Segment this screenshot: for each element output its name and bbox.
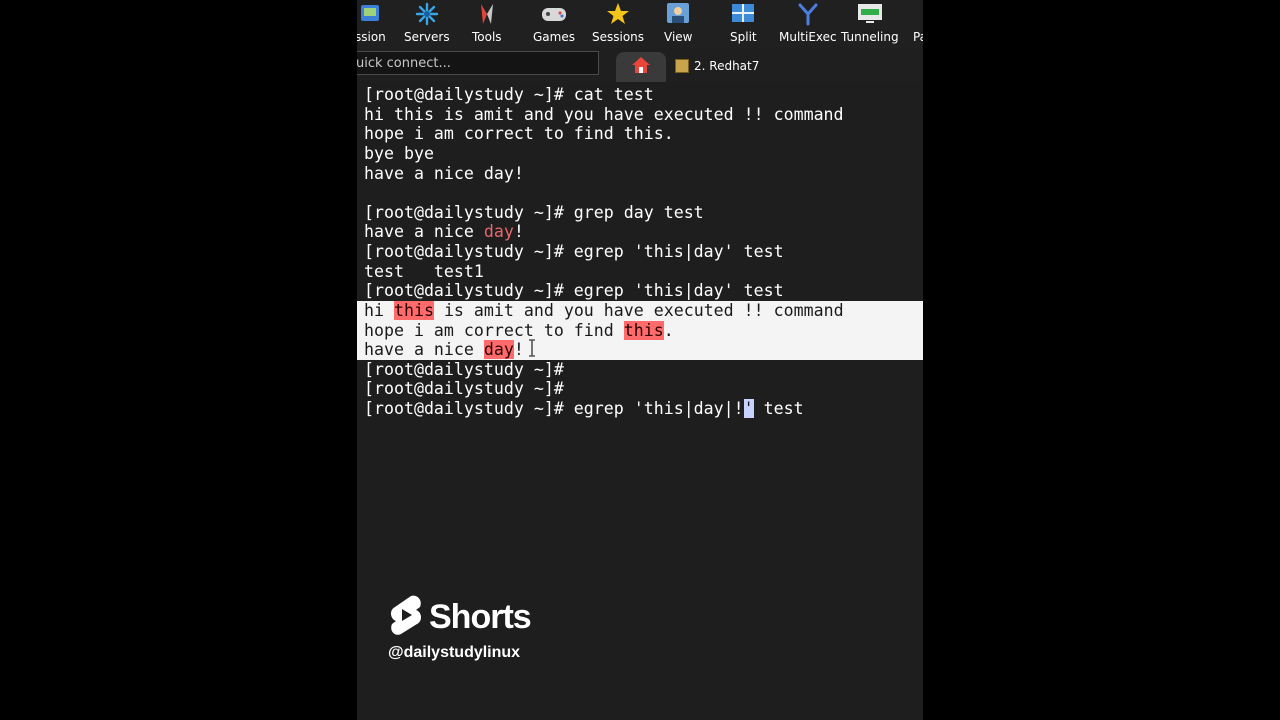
session-icon — [357, 1, 383, 27]
star-icon — [605, 1, 631, 27]
grep-match: this — [393, 301, 434, 320]
toolbar-games-button[interactable]: Games — [533, 0, 575, 48]
line-text: have a nice — [364, 222, 484, 241]
terminal-line: bye bye — [364, 144, 434, 163]
quick-connect-input[interactable]: uick connect... — [357, 51, 599, 75]
terminal-line: [root@dailystudy ~]# egrep 'this|day' te… — [364, 242, 784, 261]
packages-icon — [907, 1, 923, 27]
terminal-line: have a nice day! — [364, 164, 524, 183]
terminal-line: test test1 — [364, 262, 484, 281]
servers-icon — [414, 1, 440, 27]
grep-match: this — [623, 321, 664, 340]
line-text: have a nice — [364, 340, 484, 359]
shorts-label: Shorts — [429, 597, 532, 636]
toolbar-servers-button[interactable]: Servers — [404, 0, 450, 48]
wrench-icon — [675, 59, 689, 73]
toolbar-view-button[interactable]: View — [664, 0, 692, 48]
terminal-line: hi this is amit and you have executed !!… — [364, 105, 844, 124]
text-cursor-icon — [529, 339, 535, 357]
multiexec-icon — [795, 1, 821, 27]
line-text: hi — [364, 301, 394, 320]
line-text: . — [663, 321, 674, 340]
text-selection: hi this is amit and you have executed !!… — [357, 301, 923, 360]
toolbar-sessions-button[interactable]: Sessions — [592, 0, 644, 48]
terminal-line: [root@dailystudy ~]# grep day test — [364, 203, 704, 222]
grep-match: day — [483, 340, 514, 359]
tools-icon — [474, 1, 500, 27]
line-text: is amit and you have executed !! command — [433, 301, 844, 320]
main-toolbar: ssion Servers Tools Games Sessions View … — [357, 0, 923, 48]
line-text: hope i am correct to find — [364, 321, 624, 340]
command-text: test — [753, 399, 804, 418]
home-tab[interactable] — [616, 52, 666, 82]
toolbar-session-button[interactable]: ssion — [357, 0, 386, 48]
toolbar-split-button[interactable]: Split — [730, 0, 757, 48]
terminal-line: hope i am correct to find this. — [364, 124, 674, 143]
view-icon — [665, 1, 691, 27]
tunneling-icon — [857, 1, 883, 27]
mobaxterm-window: ssion Servers Tools Games Sessions View … — [357, 0, 923, 720]
terminal-line: [root@dailystudy ~]# egrep 'this|day' te… — [364, 281, 784, 300]
terminal-line: [root@dailystudy ~]# cat test — [364, 85, 654, 104]
split-icon — [730, 1, 756, 27]
terminal-line: hope i am correct to find this. — [364, 321, 674, 341]
terminal-output[interactable]: [root@dailystudy ~]# cat test hi this is… — [357, 84, 923, 720]
tab-bar: uick connect... 2. Redhat7 — [357, 48, 923, 82]
games-icon — [541, 1, 567, 27]
channel-handle[interactable]: @dailystudylinux — [388, 644, 520, 662]
session-tab-label: 2. Redhat7 — [694, 59, 760, 73]
command-text: [root@dailystudy ~]# egrep 'this|day|! — [364, 399, 744, 418]
line-text: ! — [513, 340, 524, 359]
terminal-cursor: ' — [743, 399, 754, 418]
toolbar-tools-button[interactable]: Tools — [472, 0, 502, 48]
terminal-line: have a nice day! — [364, 222, 524, 242]
terminal-command-line[interactable]: [root@dailystudy ~]# egrep 'this|day|!' … — [364, 399, 804, 419]
terminal-line: [root@dailystudy ~]# — [364, 379, 564, 398]
session-tab-redhat7[interactable]: 2. Redhat7 — [675, 54, 759, 78]
toolbar-multiexec-button[interactable]: MultiExec — [779, 0, 837, 48]
terminal-line: hi this is amit and you have executed !!… — [364, 301, 844, 321]
line-text: ! — [513, 222, 524, 241]
toolbar-packages-button[interactable]: Pa — [907, 0, 923, 48]
terminal-line: have a nice day! — [364, 340, 524, 360]
home-icon — [631, 56, 651, 78]
shorts-logo-icon — [389, 594, 423, 640]
shorts-watermark: Shorts — [389, 594, 532, 640]
toolbar-tunneling-button[interactable]: Tunneling — [841, 0, 899, 48]
grep-match: day — [483, 222, 514, 241]
terminal-line: [root@dailystudy ~]# — [364, 360, 564, 379]
